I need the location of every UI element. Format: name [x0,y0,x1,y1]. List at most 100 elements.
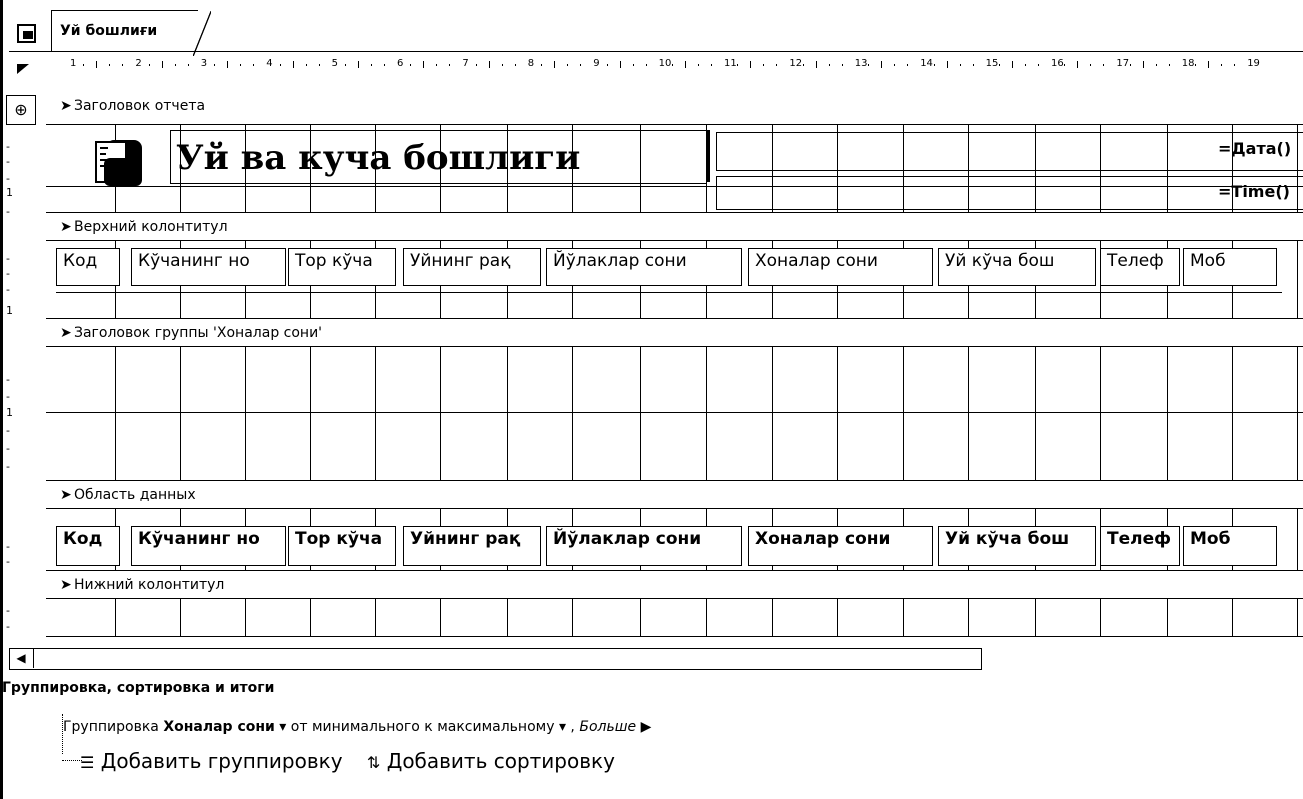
column-field[interactable]: Хоналар сони [748,526,933,566]
column-label[interactable]: Телеф [1100,248,1180,286]
ruler-dot [672,64,673,66]
grid-line-v [245,598,246,636]
ruler-dot [449,64,451,66]
vruler-mark: - [6,604,10,617]
ruler-dot [1129,64,1131,66]
horizontal-scrollbar[interactable] [9,648,982,670]
group-field-select[interactable]: Хоналар сони [163,719,275,735]
vruler-mark: 1 [6,406,13,419]
chevron-down-icon[interactable]: ▾ [559,719,566,735]
chevron-down-icon[interactable]: ▾ [279,719,286,735]
ruler-dot [148,64,150,66]
ruler-dot [214,64,216,66]
ruler-dot [1208,61,1210,68]
grid-line-v [706,598,707,636]
column-field[interactable]: Уйнинг рақ [403,526,541,566]
tab-divider [9,51,1303,52]
ruler-dot [1064,64,1066,66]
section-page-footer[interactable]: ➤ Нижний колонтитул [50,577,1303,603]
ruler-dot [881,61,883,68]
column-field[interactable]: Телеф [1100,526,1180,566]
column-field[interactable]: Тор кўча [288,526,396,566]
more-link[interactable]: Больше [579,719,636,735]
ruler-dot [410,64,412,66]
column-label[interactable]: Моб [1183,248,1277,286]
ruler-dot [685,61,686,68]
section-arrow-icon: ➤ [60,98,72,114]
report-logo-icon[interactable] [92,136,146,190]
column-label[interactable]: Уйнинг рақ [403,248,541,286]
ruler-dot [1103,64,1105,66]
ruler-tick-label: 4 [266,58,273,69]
column-label[interactable]: Хоналар сони [748,248,933,286]
add-group-button[interactable]: ☰ Добавить группировку [80,749,343,773]
group-row[interactable]: Группировка Хоналар сони ▾ от минимально… [63,719,651,735]
section-detail[interactable]: ➤ Область данных [50,487,1303,513]
column-label[interactable]: Кўчанинг но [131,248,286,286]
ruler-dot [1195,64,1197,66]
scroll-left-icon[interactable]: ◀ [9,648,34,668]
ruler-dot [1025,64,1026,66]
ruler-tick-label: 19 [1247,58,1260,69]
ruler-tick-label: 11 [724,58,737,69]
column-field[interactable]: Моб [1183,526,1277,566]
column-field[interactable]: Уй кўча бош [938,526,1096,566]
grid-line-h [46,212,1303,213]
grid-line-v [968,598,969,636]
grid-line-v [572,598,573,636]
add-sort-button[interactable]: ⇅ Добавить сортировку [367,749,615,773]
ruler-dot [436,64,438,66]
ruler-dot [959,64,961,66]
date-expression: =Дата() [1218,139,1292,158]
add-buttons-row: ☰ Добавить группировку ⇅ Добавить сортир… [80,749,633,773]
grid-line-v [440,346,441,480]
column-field[interactable]: Кўчанинг но [131,526,286,566]
ruler-tick-label: 16 [1051,58,1064,69]
column-label[interactable]: Йўлаклар сони [546,248,742,286]
ruler-dot [109,64,111,66]
grid-line-v [1035,598,1036,636]
ruler-dot [1221,64,1223,66]
ruler-dot [750,61,752,68]
date-field[interactable] [716,132,1303,171]
ruler-tick-label: 7 [462,58,469,69]
section-page-header[interactable]: ➤ Верхний колонтитул [50,219,1303,245]
section-arrow-icon: ➤ [60,487,72,503]
ruler-dot [423,61,425,68]
ruler-dot [253,64,255,66]
tab-report[interactable]: Уй бошлиғи [51,10,211,56]
grid-line-v [375,598,376,636]
play-icon[interactable]: ▶ [641,719,652,735]
header-underline [56,292,1282,293]
ruler-dot [541,64,543,66]
ruler-dot [318,64,320,66]
tree-connector-h [62,760,82,762]
ruler-dot [776,64,778,66]
grid-line-v [245,346,246,480]
grid-line-v [772,598,773,636]
ruler-dot [122,64,124,66]
column-field[interactable]: Код [56,526,120,566]
sort-order-select[interactable]: от минимального к максимальному [291,719,555,735]
ruler-tick-label: 2 [135,58,142,69]
ruler-corner-icon[interactable] [17,64,31,74]
vruler-mark: - [6,460,10,473]
ruler-tick-label: 5 [331,58,338,69]
report-selector-icon[interactable]: ⊕ [6,95,36,125]
section-report-header[interactable]: ➤ Заголовок отчета [50,98,1303,124]
column-field[interactable]: Йўлаклар сони [546,526,742,566]
column-label[interactable]: Уй кўча бош [938,248,1096,286]
time-field[interactable] [716,176,1303,210]
column-label[interactable]: Тор кўча [288,248,396,286]
section-arrow-icon: ➤ [60,577,72,593]
grid-line-v [180,598,181,636]
ruler-dot [1077,61,1079,68]
grid-line-v [440,598,441,636]
ruler-dot [946,61,948,68]
section-group-header[interactable]: ➤ Заголовок группы 'Хоналар сони' [50,325,1303,351]
grid-line-v [1297,508,1298,570]
ruler-dot [894,64,896,66]
add-group-icon: ☰ [80,753,95,772]
column-label[interactable]: Код [56,248,120,286]
ruler-dot [514,64,516,66]
